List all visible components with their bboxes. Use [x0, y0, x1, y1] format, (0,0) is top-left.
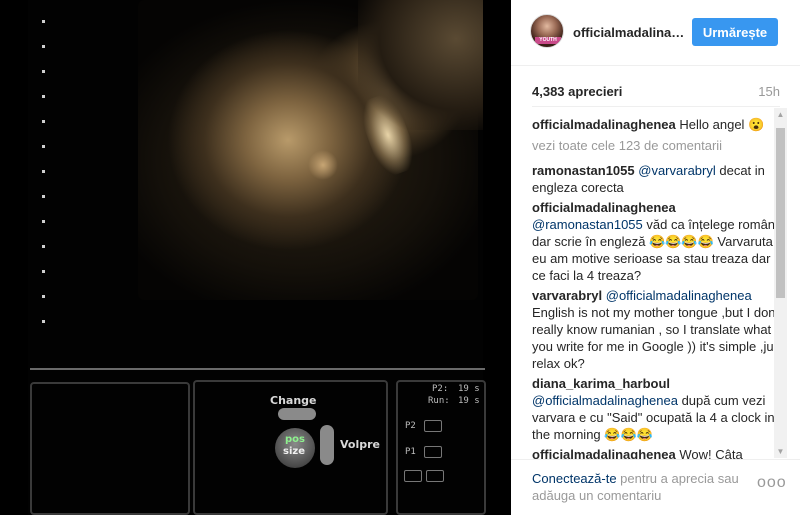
caption: officialmadalinaghenea Hello angel 😮	[532, 116, 788, 133]
divider	[532, 106, 780, 107]
post-sidebar: YOUTH officialmadalinaghenea Urmărește 4…	[511, 0, 800, 515]
scroll-up-arrow-icon[interactable]: ▲	[774, 108, 787, 121]
scrollbar-thumb[interactable]	[776, 128, 785, 298]
username-link[interactable]: officialmadalinaghenea	[573, 25, 688, 40]
console-tag-box	[404, 470, 422, 482]
console-run-value: 19 s	[458, 396, 480, 406]
console-tag-box	[424, 446, 442, 458]
console-p2-tag: P2	[405, 421, 416, 431]
comment-username[interactable]: officialmadalinaghenea	[532, 117, 676, 132]
depth-ruler	[42, 20, 45, 340]
avatar[interactable]: YOUTH	[530, 14, 564, 48]
comments-scrollbar[interactable]: ▲ ▼	[774, 108, 787, 458]
comment-mention[interactable]: @officialmadalinaghenea	[532, 393, 678, 408]
comment-username[interactable]: officialmadalinaghenea	[532, 447, 676, 459]
scroll-down-arrow-icon[interactable]: ▼	[774, 445, 787, 458]
view-all-comments-link[interactable]: vezi toate cele 123 de comentarii	[532, 137, 788, 154]
knob-label-size: size	[283, 446, 305, 457]
list-item: diana_karima_harboul @officialmadalinagh…	[532, 375, 788, 443]
comment-text: Hello angel 😮	[679, 117, 765, 132]
console-slider	[278, 408, 316, 420]
comment-username[interactable]: varvarabryl	[532, 288, 602, 303]
knob-label-pos: pos	[285, 434, 305, 445]
post-header: YOUTH officialmadalinaghenea Urmărește	[511, 0, 800, 66]
console-p1-tag: P1	[405, 447, 416, 457]
console-volpre-label: Volpre	[340, 438, 380, 451]
media-panel[interactable]: Change pos size Volpre P2: 19 s Run: 19 …	[0, 0, 511, 515]
likes-count[interactable]: 4,383 aprecieri	[532, 84, 622, 99]
console-tag-box	[426, 470, 444, 482]
comment-text: English is not my mother tongue ,but I d…	[532, 305, 784, 371]
list-item: officialmadalinaghenea @ramonastan1055 v…	[532, 199, 788, 284]
console-divider	[30, 368, 485, 370]
comment-username[interactable]: diana_karima_harboul	[532, 376, 670, 391]
login-prompt: Conectează-te pentru a aprecia sau adăug…	[532, 470, 757, 504]
comment-mention[interactable]: @ramonastan1055	[532, 217, 643, 232]
console-panel-left	[30, 382, 190, 515]
screen: Change pos size Volpre P2: 19 s Run: 19 …	[0, 0, 800, 515]
comment-mention[interactable]: @varvarabryl	[638, 163, 716, 178]
scan-glow	[358, 0, 483, 130]
console-change-label: Change	[270, 394, 317, 407]
scan-highlight	[308, 150, 338, 180]
console-p2-value: 19 s	[458, 384, 480, 394]
list-item: officialmadalinaghenea Wow! Câta pasiune…	[532, 446, 788, 459]
follow-button[interactable]: Urmărește	[692, 18, 778, 46]
likes-row: 4,383 aprecieri 15h	[532, 84, 780, 100]
list-item: varvarabryl @officialmadalinaghenea Engl…	[532, 287, 788, 372]
comment-mention[interactable]: @officialmadalinaghenea	[606, 288, 752, 303]
console-tag-box	[424, 420, 442, 432]
comment-username[interactable]: officialmadalinaghenea	[532, 200, 676, 215]
console-slider	[320, 425, 334, 465]
comment-username[interactable]: ramonastan1055	[532, 163, 635, 178]
console-p2-label: P2:	[432, 384, 449, 394]
comments-list: officialmadalinaghenea Hello angel 😮 vez…	[532, 116, 788, 459]
post-footer: Conectează-te pentru a aprecia sau adăug…	[511, 459, 800, 515]
post-time[interactable]: 15h	[758, 84, 780, 99]
more-options-icon[interactable]: ooo	[757, 474, 787, 492]
console-run-label: Run:	[428, 396, 450, 406]
avatar-badge: YOUTH	[535, 37, 561, 44]
login-link[interactable]: Conectează-te	[532, 471, 617, 486]
list-item: ramonastan1055 @varvarabryl decat in eng…	[532, 162, 788, 196]
